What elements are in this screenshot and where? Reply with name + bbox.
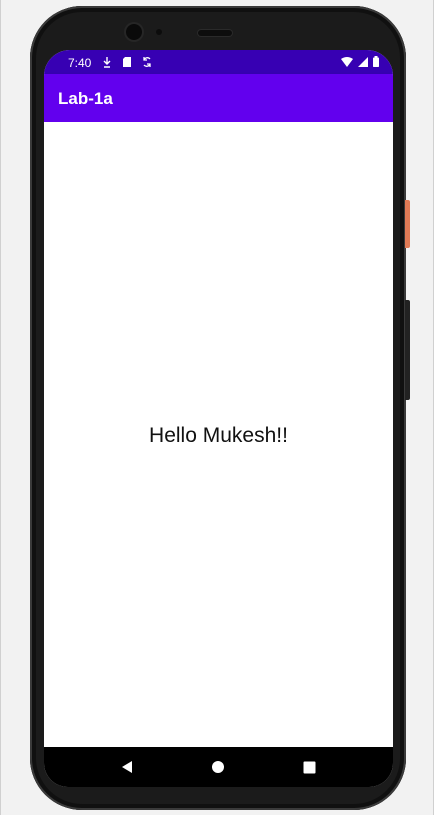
front-camera xyxy=(126,24,142,40)
recents-icon[interactable] xyxy=(300,758,318,776)
back-icon[interactable] xyxy=(118,758,136,776)
hello-message: Hello Mukesh!! xyxy=(149,424,288,447)
status-bar: 7:40 xyxy=(44,50,393,74)
device-screen: 7:40 Lab-1a Hello Mukesh!! xyxy=(44,50,393,787)
navigation-bar xyxy=(44,747,393,787)
wifi-icon xyxy=(341,56,353,70)
main-content: Hello Mukesh!! xyxy=(44,122,393,747)
sd-card-icon xyxy=(122,56,132,72)
window-edge-left xyxy=(0,0,1,815)
status-time: 7:40 xyxy=(68,56,92,70)
download-icon xyxy=(102,56,112,72)
battery-icon xyxy=(373,56,379,70)
status-icons-right xyxy=(341,56,379,70)
cell-signal-icon xyxy=(358,56,368,70)
volume-button[interactable] xyxy=(405,300,410,400)
power-button[interactable] xyxy=(405,200,410,248)
earpiece-speaker xyxy=(198,30,232,36)
status-icons-left xyxy=(102,56,152,72)
home-icon[interactable] xyxy=(209,758,227,776)
app-bar: Lab-1a xyxy=(44,74,393,122)
sync-icon xyxy=(142,56,152,72)
proximity-sensor xyxy=(156,29,162,35)
app-title: Lab-1a xyxy=(58,89,113,108)
